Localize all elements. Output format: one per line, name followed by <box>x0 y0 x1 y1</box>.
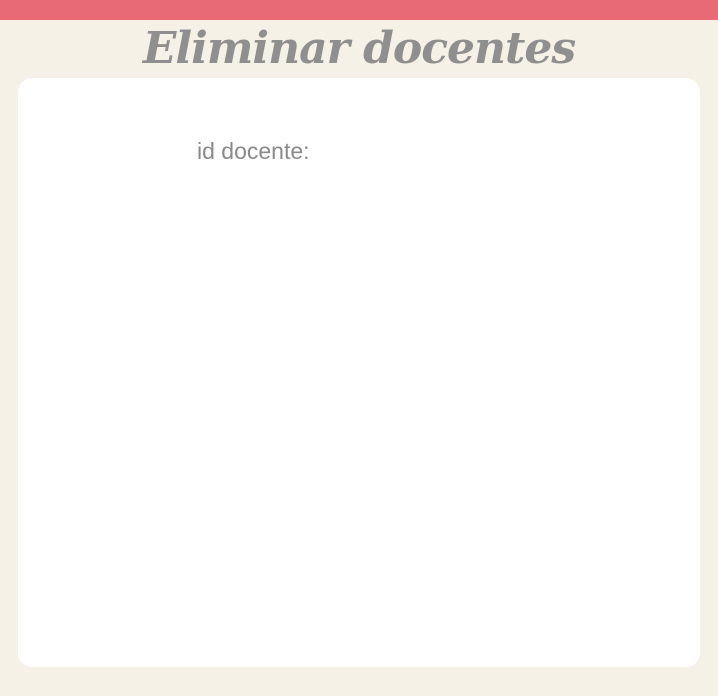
form-card: id docente: <box>18 78 700 667</box>
top-accent-bar <box>0 0 718 20</box>
id-docente-label: id docente: <box>197 138 310 164</box>
page-title: Eliminar docentes <box>142 23 576 74</box>
